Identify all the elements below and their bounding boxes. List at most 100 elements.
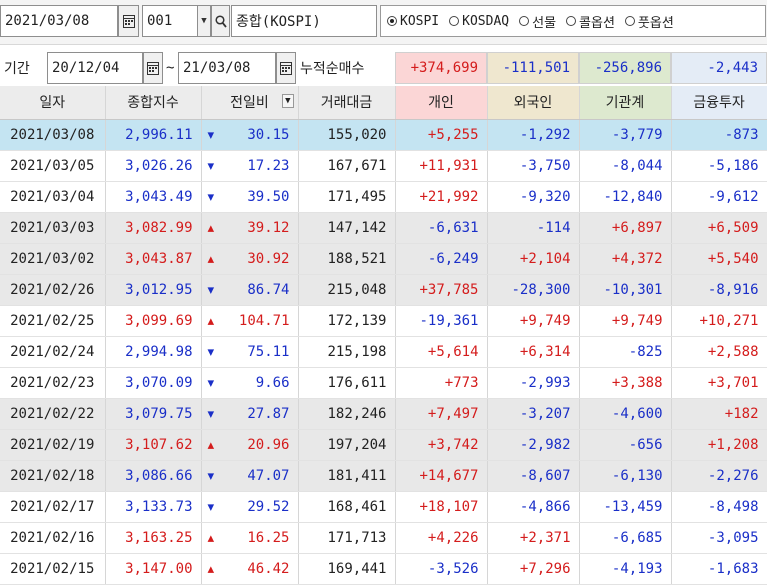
cell-date: 2021/02/23 xyxy=(0,367,106,399)
cell-index: 3,086.66 xyxy=(105,460,202,492)
search-icon xyxy=(214,14,227,28)
cell-change: ▲ 20.96 xyxy=(201,429,299,461)
cumulative-label: 누적순매수 xyxy=(300,61,365,77)
cell-institution: -10,301 xyxy=(579,274,672,306)
cell-index: 2,994.98 xyxy=(105,336,202,368)
cell-date: 2021/03/04 xyxy=(0,181,106,213)
cell-institution: +3,388 xyxy=(579,367,672,399)
cell-index: 2,996.11 xyxy=(105,119,202,151)
cell-financial: +182 xyxy=(671,398,767,430)
cell-date: 2021/02/16 xyxy=(0,522,106,554)
start-calendar-button[interactable] xyxy=(143,52,163,84)
header-individual[interactable]: 개인 xyxy=(395,86,488,120)
header-institution[interactable]: 기관계 xyxy=(579,86,672,120)
cell-index: 3,079.75 xyxy=(105,398,202,430)
table-row[interactable]: 2021/03/04 3,043.49 ▼ 39.50 171,495 +21,992 -9… xyxy=(0,181,767,213)
cell-change: ▼ 39.50 xyxy=(201,181,299,213)
cell-date: 2021/03/02 xyxy=(0,243,106,275)
cell-change: ▼ 86.74 xyxy=(201,274,299,306)
up-arrow-icon: ▲ xyxy=(207,221,215,234)
cell-institution: -656 xyxy=(579,429,672,461)
cell-volume: 188,521 xyxy=(298,243,396,275)
radio-dot-icon xyxy=(449,16,460,26)
investor-table: 일자 종합지수 전일비 ▼ 거래대금 개인 외국인 기관계 금융투자 2021/… xyxy=(0,86,767,585)
cell-institution: -4,600 xyxy=(579,398,672,430)
cell-institution: +9,749 xyxy=(579,305,672,337)
table-row[interactable]: 2021/03/08 2,996.11 ▼ 30.15 155,020 +5,255 -1,… xyxy=(0,119,767,151)
cell-change: ▲ 30.92 xyxy=(201,243,299,275)
table-row[interactable]: 2021/02/15 3,147.00 ▲ 46.42 169,441 -3,526 +7,… xyxy=(0,553,767,585)
top-toolbar: 2021/03/08 001 ▼ 종합(KOSPI) KOSPI KOSDAQ 선물… xyxy=(0,0,767,45)
header-foreign[interactable]: 외국인 xyxy=(487,86,580,120)
down-arrow-icon: ▼ xyxy=(207,469,215,482)
table-row[interactable]: 2021/02/26 3,012.95 ▼ 86.74 215,048 +37,785 -2… xyxy=(0,274,767,306)
date-input[interactable]: 2021/03/08 xyxy=(0,5,118,37)
table-row[interactable]: 2021/02/16 3,163.25 ▲ 16.25 171,713 +4,226 +2,… xyxy=(0,522,767,554)
change-value: 29.52 xyxy=(247,498,290,515)
end-date-input[interactable]: 21/03/08 xyxy=(178,52,276,84)
header-date[interactable]: 일자 xyxy=(0,86,106,120)
cell-individual: +4,226 xyxy=(395,522,488,554)
market-radio-0[interactable]: KOSPI xyxy=(387,14,439,29)
table-row[interactable]: 2021/02/19 3,107.62 ▲ 20.96 197,204 +3,742 -2,… xyxy=(0,429,767,461)
end-calendar-button[interactable] xyxy=(276,52,296,84)
table-row[interactable]: 2021/02/22 3,079.75 ▼ 27.87 182,246 +7,497 -3,… xyxy=(0,398,767,430)
market-radio-2[interactable]: 선물 xyxy=(519,12,556,31)
table-row[interactable]: 2021/03/03 3,082.99 ▲ 39.12 147,142 -6,631 -11… xyxy=(0,212,767,244)
header-index[interactable]: 종합지수 xyxy=(105,86,202,120)
cell-volume: 155,020 xyxy=(298,119,396,151)
cell-foreign: -3,207 xyxy=(487,398,580,430)
table-row[interactable]: 2021/03/02 3,043.87 ▲ 30.92 188,521 -6,249 +2,… xyxy=(0,243,767,275)
cell-date: 2021/02/18 xyxy=(0,460,106,492)
cell-date: 2021/02/15 xyxy=(0,553,106,585)
cell-individual: -19,361 xyxy=(395,305,488,337)
cell-institution: -4,193 xyxy=(579,553,672,585)
cell-change: ▲ 16.25 xyxy=(201,522,299,554)
table-row[interactable]: 2021/02/23 3,070.09 ▼ 9.66 176,611 +773 -2,993… xyxy=(0,367,767,399)
start-date-input[interactable]: 20/12/04 xyxy=(47,52,143,84)
down-arrow-icon: ▼ xyxy=(207,128,215,141)
up-arrow-icon: ▲ xyxy=(207,252,215,265)
cell-volume: 215,198 xyxy=(298,336,396,368)
cell-individual: +37,785 xyxy=(395,274,488,306)
cell-foreign: +2,104 xyxy=(487,243,580,275)
cell-individual: +7,497 xyxy=(395,398,488,430)
table-row[interactable]: 2021/02/25 3,099.69 ▲ 104.71 172,139 -19,361 +… xyxy=(0,305,767,337)
calendar-icon xyxy=(147,62,159,75)
down-arrow-icon: ▼ xyxy=(207,345,215,358)
cell-financial: +2,588 xyxy=(671,336,767,368)
header-volume[interactable]: 거래대금 xyxy=(298,86,396,120)
search-button[interactable] xyxy=(211,5,230,37)
table-row[interactable]: 2021/02/18 3,086.66 ▼ 47.07 181,411 +14,677 -8… xyxy=(0,460,767,492)
change-value: 46.42 xyxy=(247,560,290,577)
cell-volume: 171,713 xyxy=(298,522,396,554)
cell-financial: +10,271 xyxy=(671,305,767,337)
radio-dot-icon xyxy=(624,16,635,26)
table-row[interactable]: 2021/03/05 3,026.26 ▼ 17.23 167,671 +11,931 -3… xyxy=(0,150,767,182)
change-value: 39.12 xyxy=(247,219,290,236)
code-input[interactable]: 001 xyxy=(142,5,198,37)
change-value: 30.15 xyxy=(247,126,290,143)
cell-financial: -2,276 xyxy=(671,460,767,492)
table-row[interactable]: 2021/02/24 2,994.98 ▼ 75.11 215,198 +5,614 +6,… xyxy=(0,336,767,368)
market-radio-4[interactable]: 풋옵션 xyxy=(624,12,674,31)
header-change[interactable]: 전일비 ▼ xyxy=(201,86,299,120)
cell-index: 3,026.26 xyxy=(105,150,202,182)
calendar-icon xyxy=(280,62,292,75)
cell-index: 3,043.49 xyxy=(105,181,202,213)
table-row[interactable]: 2021/02/17 3,133.73 ▼ 29.52 168,461 +18,107 -4… xyxy=(0,491,767,523)
cell-institution: +6,897 xyxy=(579,212,672,244)
cell-foreign: -8,607 xyxy=(487,460,580,492)
header-financial[interactable]: 금융투자 xyxy=(671,86,767,120)
cell-index: 3,082.99 xyxy=(105,212,202,244)
market-radio-3[interactable]: 콜옵션 xyxy=(566,12,615,31)
code-dropdown-button[interactable]: ▼ xyxy=(197,5,211,37)
calendar-button[interactable] xyxy=(118,5,139,37)
cell-institution: -6,130 xyxy=(579,460,672,492)
market-radio-1[interactable]: KOSDAQ xyxy=(449,14,509,29)
sort-dropdown-icon[interactable]: ▼ xyxy=(282,94,294,108)
cumulative-financial: -2,443 xyxy=(671,52,767,84)
cell-financial: -1,683 xyxy=(671,553,767,585)
cell-individual: -3,526 xyxy=(395,553,488,585)
cell-institution: -825 xyxy=(579,336,672,368)
